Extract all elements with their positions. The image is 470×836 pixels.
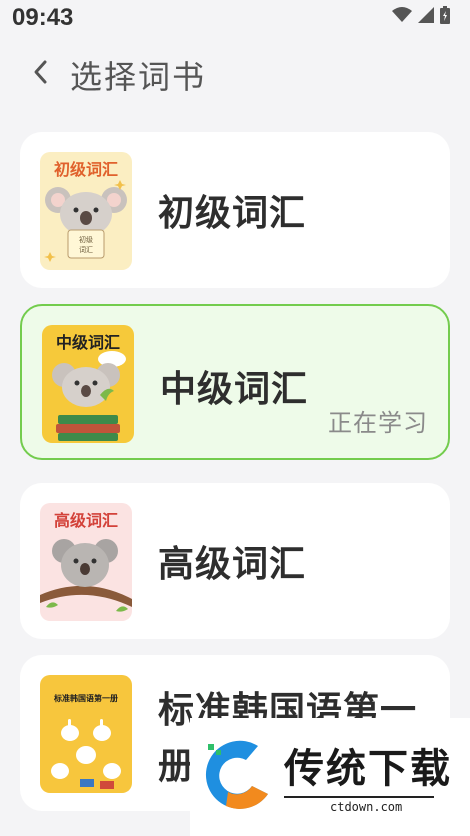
book-cover: 中级词汇 (42, 325, 134, 443)
status-bar: 09:43 (0, 0, 470, 40)
watermark-brand: 传统下载 (284, 746, 452, 792)
watermark-logo: 传统下载 ctdown.com (190, 718, 470, 836)
book-title: 初级词汇 (158, 193, 307, 234)
koala-illustration (40, 539, 132, 612)
status-time: 09:43 (12, 4, 74, 31)
battery-icon (440, 6, 450, 24)
brand-logo-icon (205, 740, 268, 809)
book-card-intermediate[interactable]: 中级词汇 中级词汇 正在学习 (20, 304, 450, 460)
watermark-url: ctdown.com (326, 800, 407, 814)
book-cover: 初级词汇 初级 词汇 (40, 152, 132, 270)
signal-icon (418, 7, 434, 23)
book-card-advanced[interactable]: 高级词汇 高级词汇 (20, 483, 450, 639)
svg-text:词汇: 词汇 (79, 246, 93, 254)
watermark-divider (284, 796, 434, 798)
learning-status-badge: 正在学习 (328, 409, 428, 437)
status-icons (392, 6, 450, 24)
koala-illustration (52, 351, 126, 441)
back-button[interactable] (22, 54, 58, 90)
wifi-icon (392, 7, 412, 22)
book-cover: 高级词汇 (40, 503, 132, 621)
chevron-left-icon (34, 60, 47, 84)
header: 选择词书 (0, 44, 470, 104)
svg-text:初级: 初级 (79, 235, 93, 244)
page-title: 选择词书 (70, 58, 207, 96)
rabbits-illustration (51, 719, 121, 789)
book-cover: 标准韩国语第一册 (40, 675, 132, 793)
book-title: 高级词汇 (158, 544, 307, 585)
book-card-beginner[interactable]: 初级词汇 初级 词汇 初级词汇 (20, 132, 450, 288)
book-title: 中级词汇 (160, 369, 309, 410)
koala-illustration: 初级 词汇 (44, 180, 127, 262)
